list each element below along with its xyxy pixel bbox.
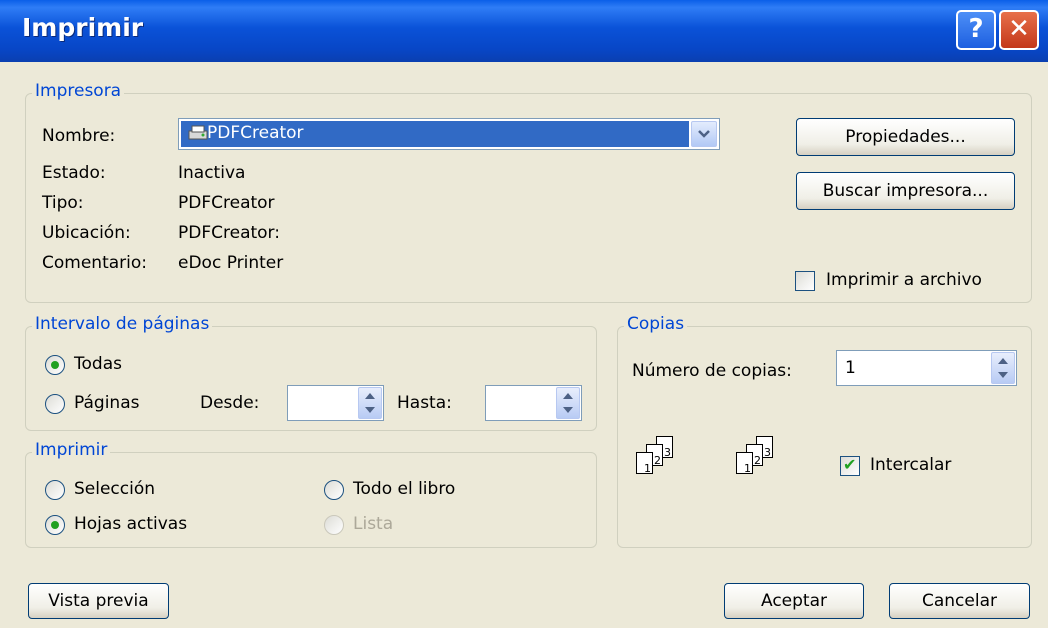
- status-label: Estado:: [42, 163, 106, 183]
- to-label: Hasta:: [397, 393, 452, 413]
- window-title: Imprimir: [22, 13, 144, 42]
- preview-button[interactable]: Vista previa: [28, 583, 169, 619]
- whole-book-radio[interactable]: [324, 480, 344, 500]
- all-pages-label[interactable]: Todas: [74, 354, 122, 374]
- properties-button[interactable]: Propiedades...: [796, 118, 1015, 156]
- status-value: Inactiva: [178, 163, 246, 183]
- print-to-file-label[interactable]: Imprimir a archivo: [826, 270, 982, 290]
- to-spinner[interactable]: [485, 385, 582, 421]
- help-button[interactable]: ?: [956, 10, 996, 50]
- copies-spinner-buttons[interactable]: [991, 352, 1015, 384]
- cancel-button-label: Cancelar: [922, 591, 997, 611]
- printer-name-select[interactable]: PDFCreator: [178, 118, 720, 150]
- find-printer-button-label: Buscar impresora...: [822, 181, 989, 201]
- ok-button[interactable]: Aceptar: [724, 583, 864, 619]
- copies-count-value: 1: [845, 358, 856, 378]
- copies-legend: Copias: [624, 314, 688, 334]
- copies-count-label: Número de copias:: [632, 361, 792, 381]
- cancel-button[interactable]: Cancelar: [889, 583, 1030, 619]
- collate-label[interactable]: Intercalar: [870, 455, 951, 475]
- comment-label: Comentario:: [42, 253, 147, 273]
- from-spinner[interactable]: [287, 385, 384, 421]
- printer-selected-value: PDFCreator: [207, 123, 304, 143]
- printer-name-label: Nombre:: [42, 126, 116, 146]
- location-label: Ubicación:: [42, 223, 131, 243]
- properties-button-label: Propiedades...: [845, 127, 966, 147]
- title-bar: Imprimir ? ✕: [0, 0, 1048, 62]
- selection-radio[interactable]: [45, 480, 65, 500]
- list-radio: [324, 515, 344, 535]
- pages-radio[interactable]: [45, 394, 65, 414]
- location-value: PDFCreator:: [178, 223, 280, 243]
- active-sheets-radio[interactable]: [45, 515, 65, 535]
- collate-pages-icon-1: 3 2 1: [636, 436, 696, 492]
- all-pages-radio[interactable]: [45, 355, 65, 375]
- page-range-legend: Intervalo de páginas: [32, 314, 213, 334]
- type-label: Tipo:: [42, 193, 84, 213]
- chevron-down-icon[interactable]: [691, 121, 717, 147]
- collate-checkbox[interactable]: [840, 455, 860, 476]
- ok-button-label: Aceptar: [761, 591, 827, 611]
- close-button[interactable]: ✕: [999, 10, 1039, 50]
- to-spinner-buttons[interactable]: [556, 387, 580, 419]
- copies-spinner[interactable]: 1: [836, 350, 1017, 386]
- comment-value: eDoc Printer: [178, 253, 284, 273]
- print-what-legend: Imprimir: [32, 440, 111, 460]
- pages-label[interactable]: Páginas: [74, 393, 139, 413]
- active-sheets-label[interactable]: Hojas activas: [74, 514, 187, 534]
- collate-pages-icon-2: 3 2 1: [736, 436, 796, 492]
- from-label: Desde:: [200, 393, 260, 413]
- whole-book-label[interactable]: Todo el libro: [353, 479, 455, 499]
- find-printer-button[interactable]: Buscar impresora...: [796, 172, 1015, 210]
- printer-legend: Impresora: [32, 81, 125, 101]
- print-to-file-checkbox[interactable]: [795, 271, 815, 291]
- list-label: Lista: [353, 514, 394, 534]
- type-value: PDFCreator: [178, 193, 275, 213]
- printer-icon: [187, 124, 209, 142]
- selection-label[interactable]: Selección: [74, 479, 155, 499]
- preview-button-label: Vista previa: [48, 591, 149, 611]
- from-spinner-buttons[interactable]: [358, 387, 382, 419]
